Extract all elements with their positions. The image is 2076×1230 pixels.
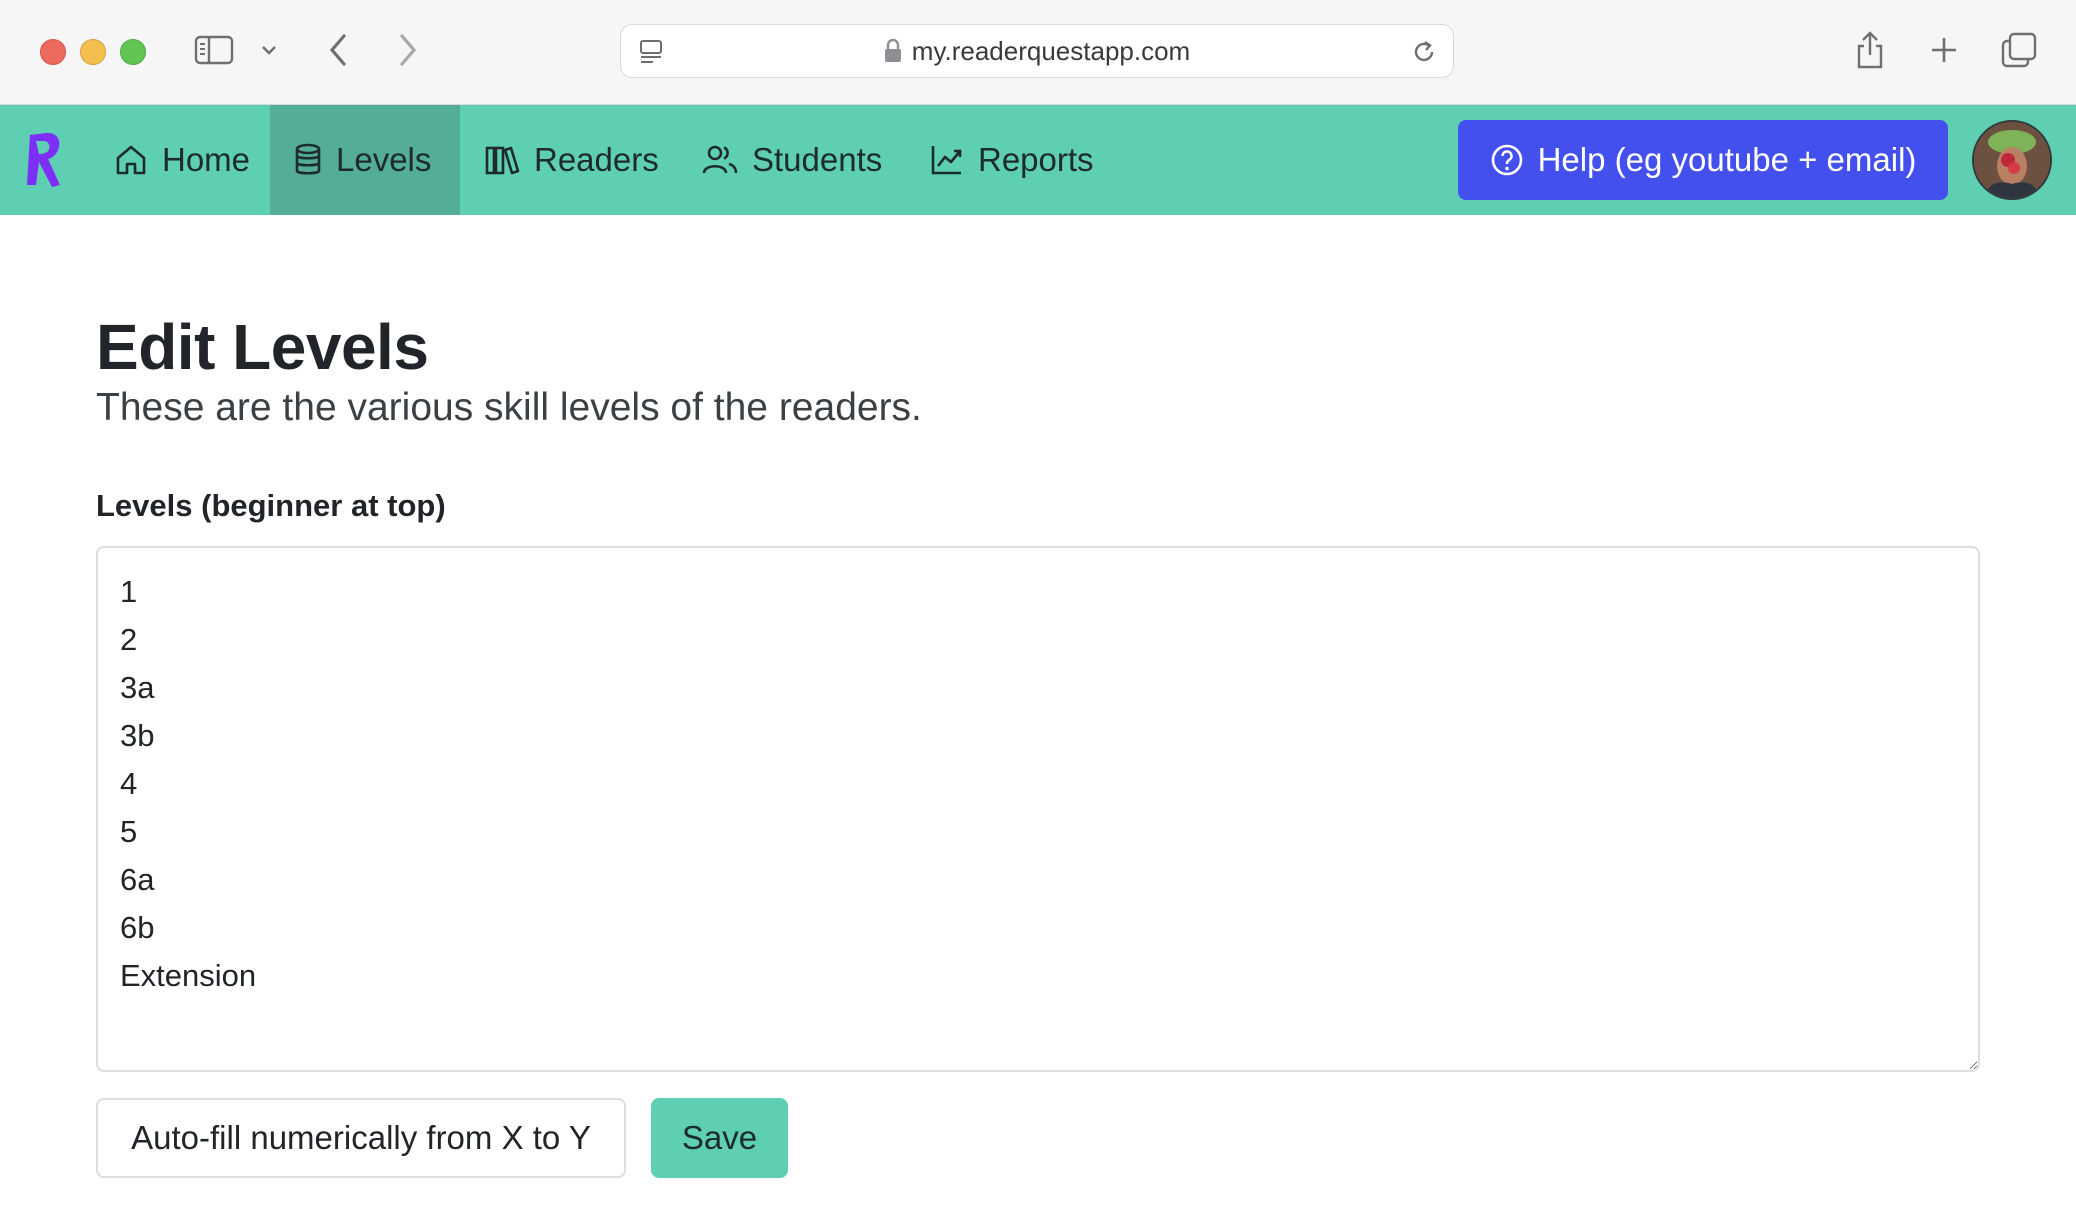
user-avatar[interactable]	[1972, 120, 2052, 200]
sidebar-icon[interactable]	[193, 30, 235, 70]
database-icon	[295, 143, 321, 175]
tab-overview-icon[interactable]	[1998, 30, 2040, 70]
nav-reports[interactable]: Reports	[906, 105, 1118, 215]
nav-levels-label: Levels	[336, 141, 432, 178]
save-button[interactable]: Save	[651, 1098, 788, 1178]
browser-toolbar: my.readerquestapp.com	[0, 0, 2076, 105]
page-subtitle: These are the various skill levels of th…	[96, 386, 922, 429]
lock-icon	[884, 38, 902, 64]
nav-levels[interactable]: Levels	[270, 105, 460, 215]
readerquest-logo[interactable]	[24, 131, 62, 189]
home-icon	[116, 145, 146, 175]
new-tab-icon[interactable]	[1924, 30, 1964, 70]
levels-field-label: Levels (beginner at top)	[96, 488, 446, 523]
minimize-window-button[interactable]	[80, 39, 106, 65]
chevron-down-icon[interactable]	[258, 30, 280, 70]
url-text: my.readerquestapp.com	[911, 35, 1191, 66]
autofill-button[interactable]: Auto-fill numerically from X to Y	[96, 1098, 626, 1178]
reload-icon[interactable]	[1409, 37, 1439, 67]
levels-textarea[interactable]: 1 2 3a 3b 4 5 6a 6b Extension	[96, 546, 1980, 1072]
nav-readers-label: Readers	[534, 141, 659, 178]
nav-students[interactable]: Students	[678, 105, 906, 215]
nav-students-label: Students	[752, 141, 883, 178]
nav-reports-label: Reports	[978, 141, 1094, 178]
question-circle-icon	[1491, 144, 1522, 176]
address-bar[interactable]: my.readerquestapp.com	[620, 24, 1454, 78]
books-icon	[485, 146, 520, 175]
zoom-window-button[interactable]	[120, 39, 146, 65]
chart-line-icon	[931, 146, 962, 175]
nav-home-label: Home	[162, 141, 251, 178]
back-arrow-icon[interactable]	[320, 30, 356, 70]
users-icon	[702, 145, 738, 174]
help-button[interactable]: Help (eg youtube + email)	[1458, 120, 1948, 200]
share-icon[interactable]	[1850, 30, 1890, 70]
nav-home[interactable]: Home	[90, 105, 274, 215]
help-button-label: Help (eg youtube + email)	[1537, 141, 1917, 178]
forward-arrow-icon[interactable]	[390, 30, 426, 70]
nav-readers[interactable]: Readers	[460, 105, 683, 215]
close-window-button[interactable]	[40, 39, 66, 65]
page-title: Edit Levels	[96, 311, 429, 383]
app-navbar: Home Levels Readers Students Reports Hel…	[0, 105, 2076, 215]
